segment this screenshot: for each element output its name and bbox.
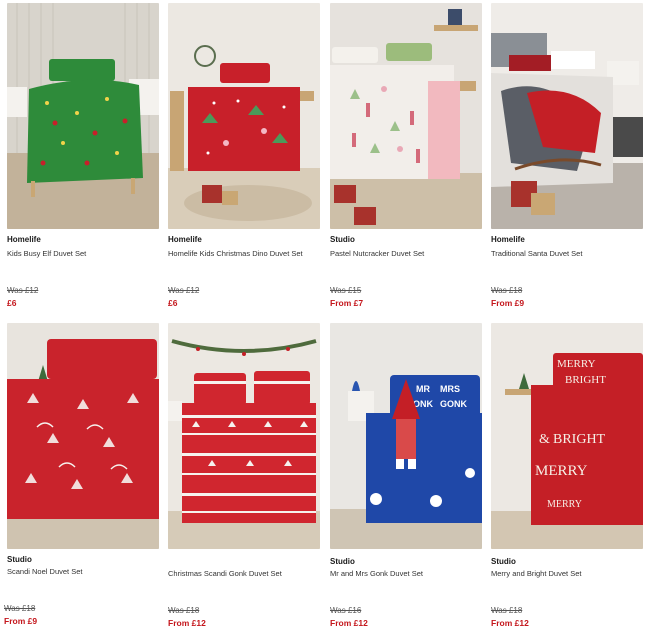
was-price: Was £12 bbox=[168, 286, 200, 295]
pillow-text-gonk-right: GONK bbox=[440, 399, 468, 409]
product-brand: Studio bbox=[7, 555, 32, 564]
product-brand: Studio bbox=[330, 235, 355, 244]
product-name[interactable]: Merry and Bright Duvet Set bbox=[491, 569, 581, 578]
was-price: Was £15 bbox=[330, 286, 362, 295]
pillow-merry-text: MERRY bbox=[557, 358, 596, 370]
product-image[interactable] bbox=[7, 323, 159, 549]
product-image[interactable] bbox=[168, 3, 320, 229]
product-name[interactable]: Traditional Santa Duvet Set bbox=[491, 249, 582, 258]
sale-price: £6 bbox=[7, 298, 17, 308]
product-grid: Homelife Kids Busy Elf Duvet Set Was £12… bbox=[0, 0, 650, 641]
product-brand: Homelife bbox=[168, 235, 202, 244]
duvet-bright-text: BRIGHT bbox=[553, 432, 606, 447]
sale-price: From £12 bbox=[330, 618, 368, 628]
product-brand: Homelife bbox=[7, 235, 41, 244]
product-brand: Homelife bbox=[491, 235, 525, 244]
product-name[interactable]: Mr and Mrs Gonk Duvet Set bbox=[330, 569, 423, 578]
sale-price: From £7 bbox=[330, 298, 364, 308]
pillow-bright-text: BRIGHT bbox=[565, 374, 606, 386]
product-name[interactable]: Christmas Scandi Gonk Duvet Set bbox=[168, 569, 282, 578]
product-image[interactable] bbox=[7, 3, 159, 229]
sale-price: From £9 bbox=[491, 298, 525, 308]
sale-price: From £9 bbox=[4, 616, 38, 626]
sale-price: From £12 bbox=[168, 618, 206, 628]
duvet-amp-text: & bbox=[539, 432, 550, 447]
product-brand: Studio bbox=[491, 557, 516, 566]
sale-price: From £12 bbox=[491, 618, 529, 628]
product-brand: Studio bbox=[330, 557, 355, 566]
was-price: Was £18 bbox=[4, 604, 36, 613]
product-image[interactable] bbox=[330, 3, 482, 229]
product-image[interactable]: MR MRS GONK GONK bbox=[330, 323, 482, 549]
sale-price: £6 bbox=[168, 298, 178, 308]
product-image[interactable] bbox=[491, 3, 643, 229]
was-price: Was £18 bbox=[491, 286, 523, 295]
product-image[interactable]: MERRY BRIGHT & BRIGHT MERRY MERRY bbox=[491, 323, 643, 549]
product-name[interactable]: Kids Busy Elf Duvet Set bbox=[7, 249, 86, 258]
pillow-text-mrs: MRS bbox=[440, 384, 460, 394]
product-name[interactable]: Scandi Noel Duvet Set bbox=[7, 567, 82, 576]
product-name[interactable]: Homelife Kids Christmas Dino Duvet Set bbox=[168, 249, 303, 258]
duvet-merry-text: MERRY bbox=[535, 463, 588, 479]
product-image[interactable] bbox=[168, 323, 320, 549]
pillow-text-mr: MR bbox=[416, 384, 430, 394]
was-price: Was £12 bbox=[7, 286, 39, 295]
duvet-merry-small-text: MERRY bbox=[547, 499, 582, 510]
was-price: Was £18 bbox=[491, 606, 523, 615]
product-name[interactable]: Pastel Nutcracker Duvet Set bbox=[330, 249, 424, 258]
was-price: Was £16 bbox=[330, 606, 362, 615]
was-price: Was £18 bbox=[168, 606, 200, 615]
